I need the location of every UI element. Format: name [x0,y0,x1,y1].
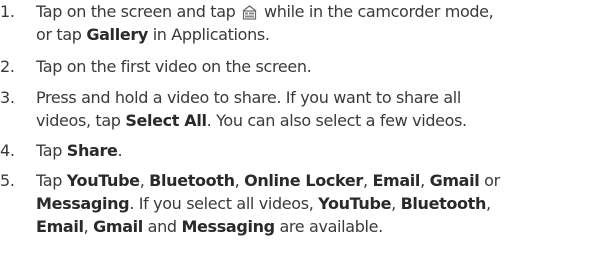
email-label: Email [372,171,421,190]
share-label: Share [66,141,118,160]
step-text-part: are available. [274,217,383,236]
step-text: Tap Share. [36,139,588,162]
step-number: 1. [0,2,15,21]
messaging-label: Messaging [36,194,130,213]
step-text-part: while in the camcorder mode, [259,2,494,21]
step-number: 3. [0,88,15,107]
step-text-part: , [391,194,401,213]
messaging-label: Messaging [181,217,275,236]
bluetooth-label: Bluetooth [400,194,487,213]
step-2: 2. Tap on the first video on the screen. [0,55,590,78]
step-text-part: , [139,171,150,190]
step-text-part: , [83,217,94,236]
step-text-part: . If you select all videos, [129,194,319,213]
step-text: Tap on the first video on the screen. [36,57,312,76]
online-locker-label: Online Locker [244,171,363,190]
step-text-part: and [142,217,182,236]
step-text-part: Tap on the screen and tap [36,2,241,21]
step-text-part: Tap [36,141,67,160]
step-text-part: or tap [36,25,87,44]
step-text-part: . [117,141,123,160]
step-text-part: , [234,171,245,190]
step-number: 5. [0,171,15,190]
step-number: 2. [0,57,15,76]
camcorder-gallery-icon [241,4,258,20]
step-text-part: in Applications. [147,25,270,44]
step-text: Tap YouTube, Bluetooth, Online Locker, E… [36,169,588,238]
bluetooth-label: Bluetooth [149,171,235,190]
step-text-part: , [486,194,491,213]
step-text: Tap on the screen and tap while in the c… [36,0,588,46]
step-3: 3. Press and hold a video to share. If y… [0,86,590,132]
step-text-part: Tap [36,171,67,190]
gmail-label: Gmail [93,217,143,236]
step-text-part: Press and hold a video to share. If you … [36,88,461,107]
step-text-part: , [420,171,430,190]
step-5: 5. Tap YouTube, Bluetooth, Online Locker… [0,169,590,238]
step-4: 4. Tap Share. [0,139,590,162]
gmail-label: Gmail [429,171,480,190]
step-number: 4. [0,141,15,160]
step-1: 1. Tap on the screen and tap while in th… [0,0,590,46]
youtube-label: YouTube [318,194,392,213]
youtube-label: YouTube [66,171,140,190]
gallery-label: Gallery [86,25,148,44]
step-text-part: . You can also select a few videos. [206,111,468,130]
step-text: Press and hold a video to share. If you … [36,86,588,132]
select-all-label: Select All [125,111,207,130]
step-text-part: or [479,171,500,190]
step-text-part: videos, tap [36,111,126,130]
email-label: Email [36,217,84,236]
